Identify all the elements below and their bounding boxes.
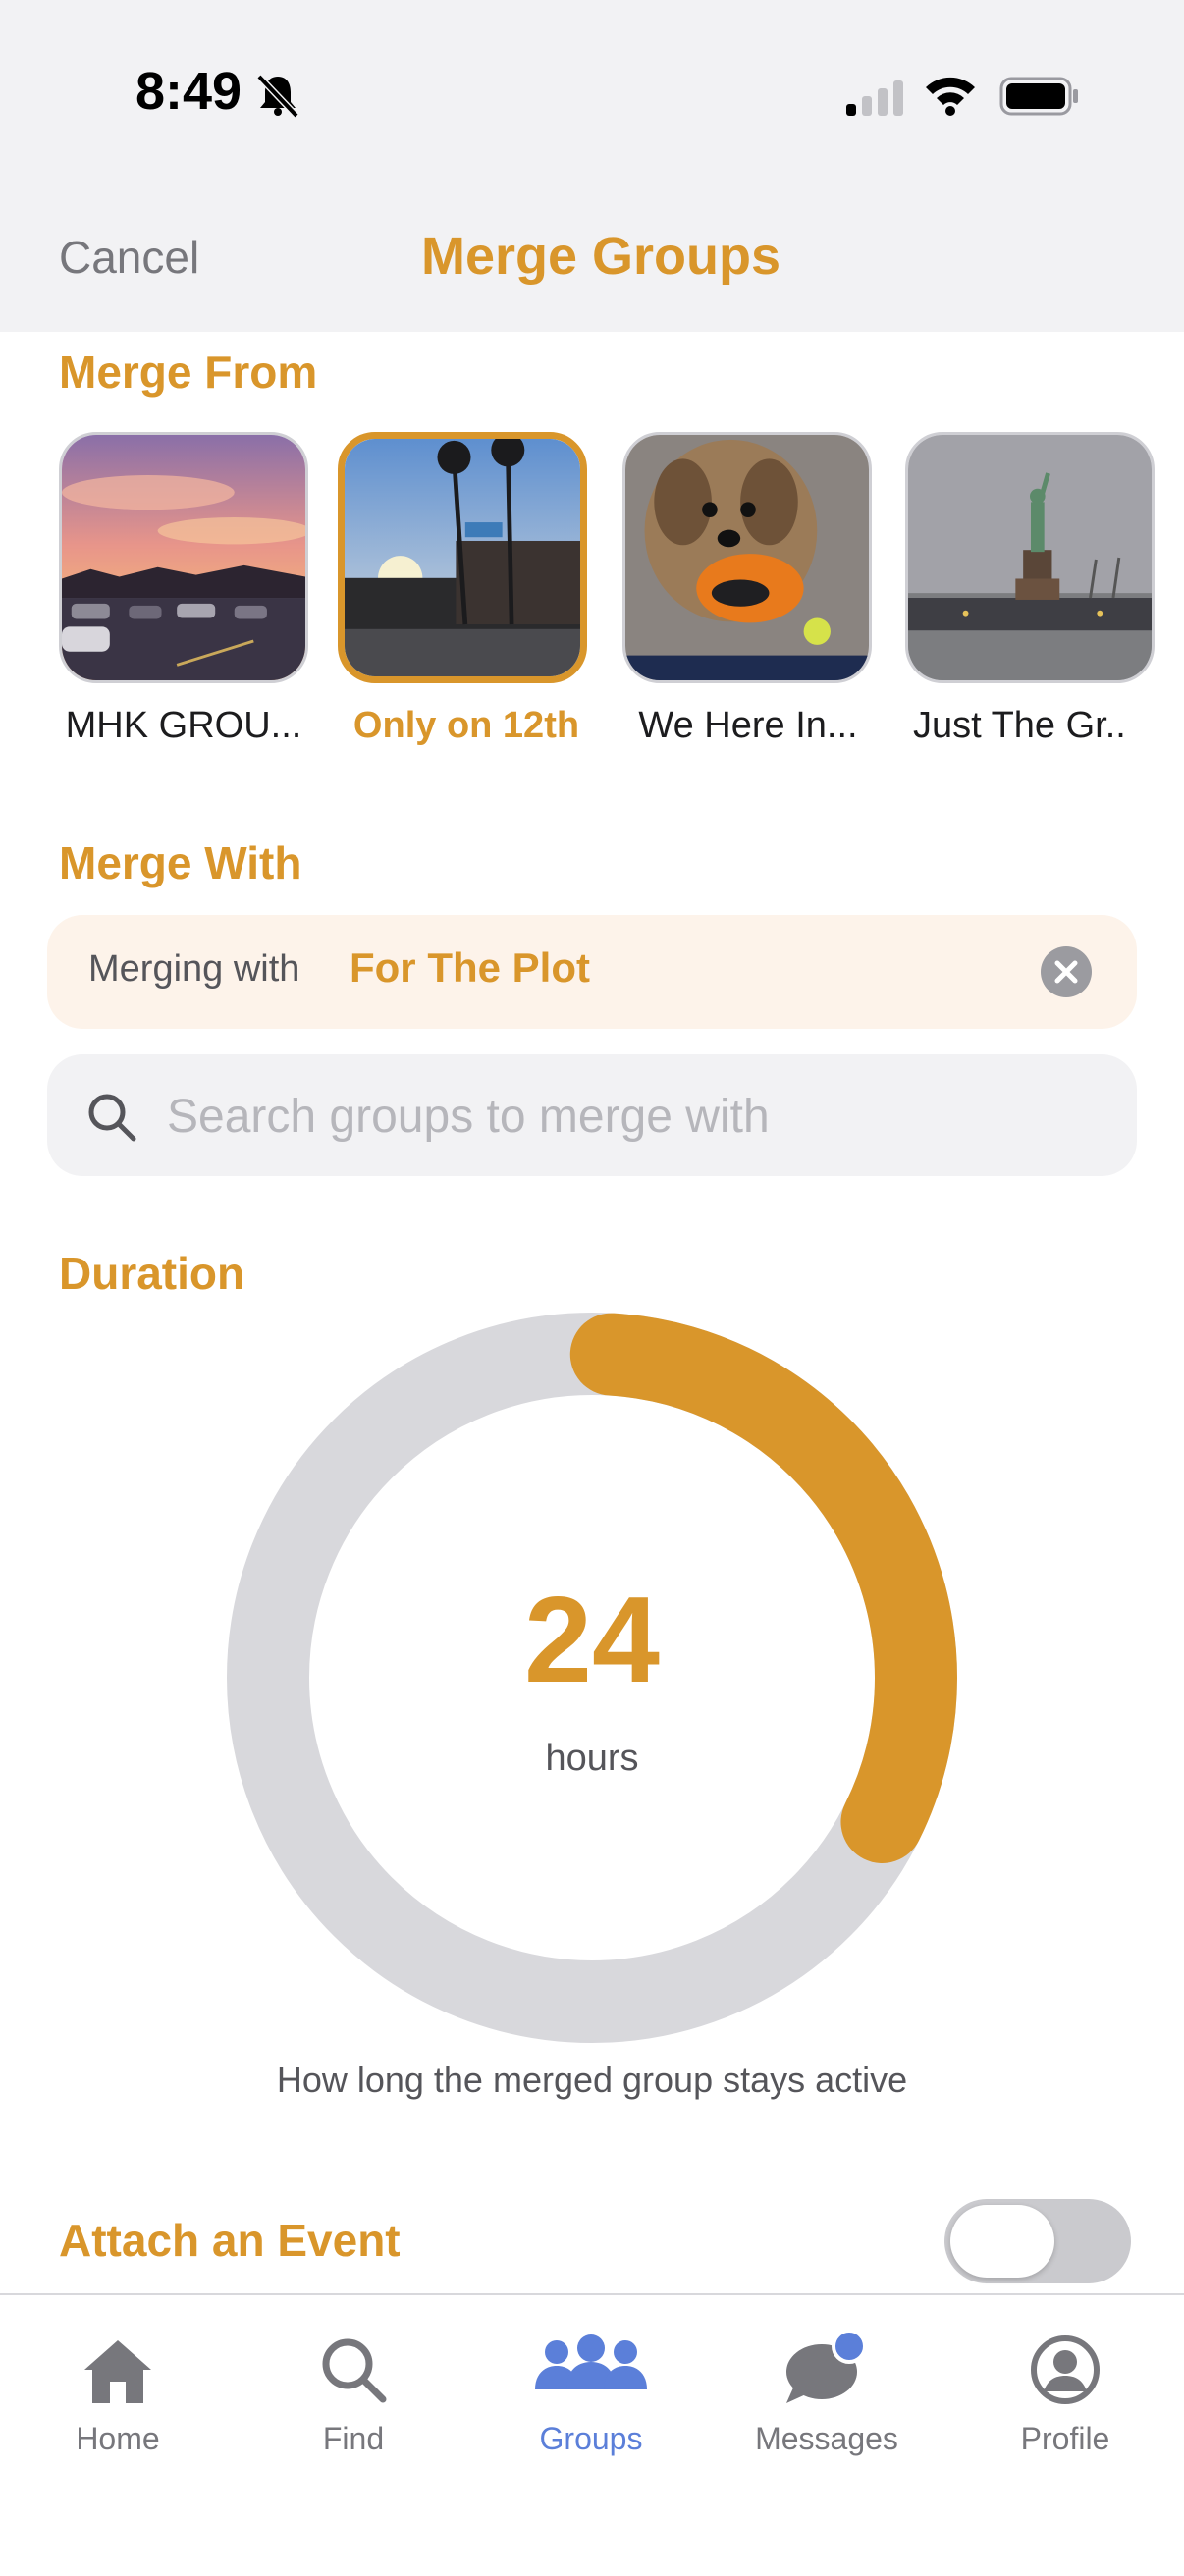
group-label: We Here In... bbox=[638, 705, 858, 746]
group-label: Just The Gr.. bbox=[913, 705, 1126, 746]
search-groups-input[interactable] bbox=[165, 1076, 1111, 1156]
status-bar: 8:49 bbox=[0, 0, 1184, 177]
home-icon bbox=[84, 2340, 151, 2403]
toggle-knob bbox=[950, 2205, 1054, 2278]
merge-from-heading: Merge From bbox=[59, 347, 318, 398]
duration-heading: Duration bbox=[59, 1248, 245, 1299]
group-thumbnail-image bbox=[625, 435, 869, 680]
group-label-selected: Only on 12th bbox=[352, 705, 580, 746]
group-thumbnail-image bbox=[345, 439, 580, 676]
merging-with-chip: Merging with For The Plot bbox=[47, 915, 1137, 1029]
duration-unit: hours bbox=[545, 1738, 639, 1779]
search-field bbox=[47, 1054, 1137, 1176]
group-card-palm-street[interactable] bbox=[338, 432, 587, 683]
profile-icon bbox=[1031, 2335, 1100, 2404]
tab-groups[interactable]: Groups bbox=[493, 2331, 689, 2478]
tab-messages-label: Messages bbox=[755, 2421, 898, 2456]
duration-caption: How long the merged group stays active bbox=[276, 2060, 908, 2100]
tab-home[interactable]: Home bbox=[20, 2331, 216, 2478]
battery-icon bbox=[999, 77, 1078, 116]
cellular-signal-icon bbox=[846, 80, 903, 116]
tab-profile-label: Profile bbox=[1020, 2421, 1110, 2456]
tab-bar: Home Find Groups Messages Profile bbox=[0, 2293, 1184, 2576]
merge-with-heading: Merge With bbox=[59, 837, 302, 888]
people-group-icon bbox=[535, 2334, 647, 2389]
merge-target-name: For The Plot bbox=[350, 944, 590, 991]
chat-bubble-icon bbox=[786, 2331, 867, 2403]
status-time: 8:49 bbox=[135, 62, 242, 121]
tab-profile[interactable]: Profile bbox=[967, 2331, 1163, 2478]
bell-muted-icon bbox=[256, 74, 299, 119]
tab-home-label: Home bbox=[76, 2421, 160, 2456]
tab-find[interactable]: Find bbox=[255, 2331, 452, 2478]
group-thumbnail-image bbox=[908, 435, 1152, 680]
tab-find-label: Find bbox=[322, 2421, 385, 2456]
page-title: Merge Groups bbox=[420, 227, 781, 286]
search-icon bbox=[88, 1094, 136, 1142]
clear-merge-target-button[interactable] bbox=[1041, 946, 1092, 997]
group-card-sunset-lot[interactable] bbox=[59, 432, 308, 683]
duration-value: 24 bbox=[524, 1573, 660, 1708]
group-thumbnail-image bbox=[62, 435, 305, 680]
search-icon bbox=[322, 2338, 387, 2403]
group-card-statue-liberty[interactable] bbox=[905, 432, 1155, 683]
group-label: MHK GROU... bbox=[65, 705, 302, 746]
group-card-dog-toy[interactable] bbox=[622, 432, 872, 683]
close-icon bbox=[1054, 960, 1078, 984]
attach-event-heading: Attach an Event bbox=[59, 2215, 401, 2266]
merging-with-prefix: Merging with bbox=[88, 948, 300, 990]
tab-groups-label: Groups bbox=[539, 2421, 643, 2456]
attach-event-toggle[interactable] bbox=[944, 2199, 1131, 2283]
tab-messages[interactable]: Messages bbox=[728, 2331, 925, 2478]
wifi-icon bbox=[926, 77, 975, 116]
